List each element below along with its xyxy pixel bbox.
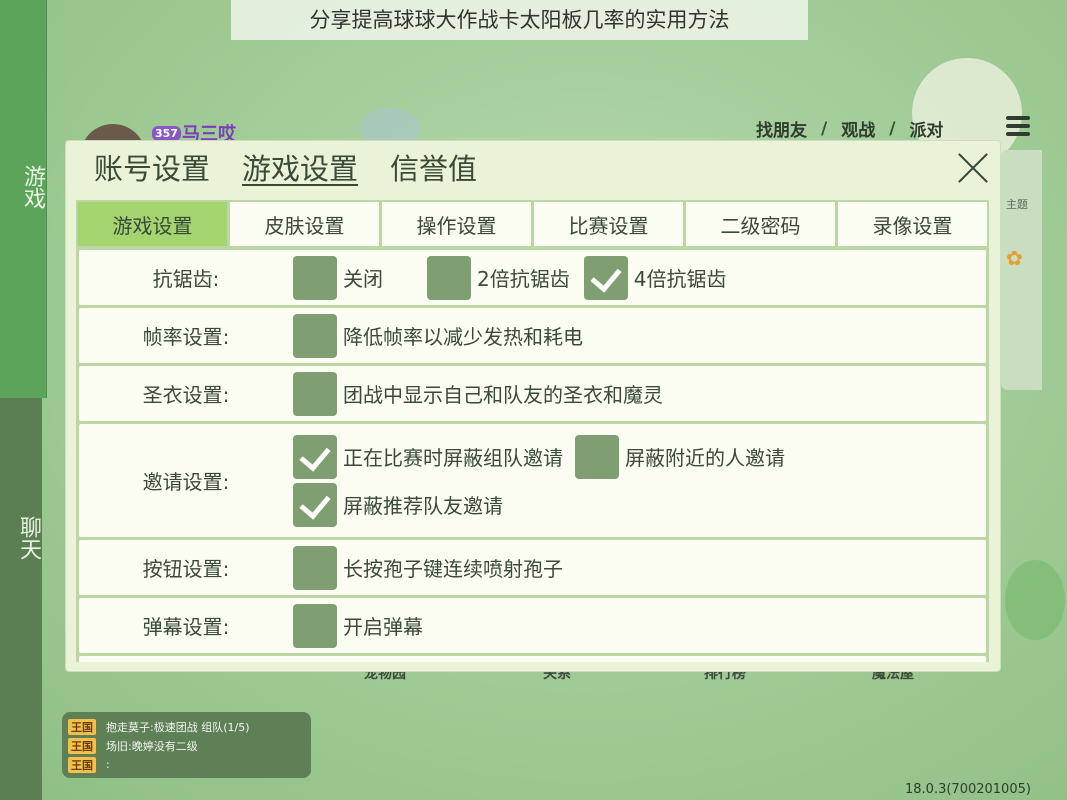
settings-modal: 账号设置 游戏设置 信誉值 游戏设置 皮肤设置 操作设置 比赛设置 二级密码 录… xyxy=(66,141,1000,671)
option-label: 正在比赛时屏蔽组队邀请 xyxy=(343,446,563,470)
menu-icon[interactable] xyxy=(1006,116,1030,136)
subtab-skin-settings[interactable]: 皮肤设置 xyxy=(230,202,379,246)
setting-row-button: 按钮设置: 长按孢子键连续喷射孢子 xyxy=(79,540,986,595)
checkbox[interactable] xyxy=(293,313,337,358)
nav-separator: / xyxy=(889,118,896,139)
option-label: 4倍抗锯齿 xyxy=(633,267,727,291)
option-label: 关闭 xyxy=(343,267,383,291)
subtab-replay-settings[interactable]: 录像设置 xyxy=(838,202,987,246)
right-panel-label: 主题 xyxy=(1006,198,1028,211)
nav-separator: / xyxy=(821,118,828,139)
checkbox[interactable] xyxy=(293,545,337,590)
tab-game-settings[interactable]: 游戏设置 xyxy=(242,147,358,191)
option-label: 开启弹幕 xyxy=(343,615,423,639)
top-nav: 找朋友 / 观战 / 派对 xyxy=(756,116,943,142)
right-panel[interactable]: 主题 ✿ xyxy=(1000,150,1042,390)
tab-account-settings[interactable]: 账号设置 xyxy=(94,147,210,191)
option-block-nearby-invite[interactable]: 屏蔽附近的人邀请 xyxy=(575,433,785,481)
sidebar-tab-game-label: 游戏 xyxy=(20,165,45,209)
subtab-bar: 游戏设置 皮肤设置 操作设置 比赛设置 二级密码 录像设置 xyxy=(76,200,989,248)
sidebar-tab-game[interactable]: 游戏 xyxy=(0,0,47,398)
checkbox[interactable] xyxy=(427,255,471,300)
option-antialias-2x[interactable]: 2倍抗锯齿 xyxy=(427,254,570,302)
option-block-recommended-invite[interactable]: 屏蔽推荐队友邀请 xyxy=(293,481,974,529)
setting-row-invite: 邀请设置: 正在比赛时屏蔽组队邀请 屏蔽附近的人邀请 屏蔽推荐队友邀请 xyxy=(79,424,986,537)
subtab-secondary-password[interactable]: 二级密码 xyxy=(686,202,835,246)
checkbox[interactable] xyxy=(293,603,337,648)
flower-icon: ✿ xyxy=(1006,246,1023,270)
option-block-team-invite[interactable]: 正在比赛时屏蔽组队邀请 xyxy=(293,433,563,481)
option-show-saint-cloth[interactable]: 团战中显示自己和队友的圣衣和魔灵 xyxy=(293,370,663,418)
sidebar-tab-chat-label: 聊天 xyxy=(16,516,41,560)
version-label: 18.0.3(700201005) xyxy=(905,782,1031,797)
level-badge: 357 xyxy=(152,126,181,141)
setting-label: 弹幕设置: xyxy=(142,615,230,639)
setting-label: 抗锯齿: xyxy=(152,267,220,291)
chat-message: : xyxy=(106,758,110,771)
chat-message: 抱走莫子:极速团战 组队(1/5) xyxy=(106,720,250,734)
setting-row-danmaku: 弹幕设置: 开启弹幕 xyxy=(79,598,986,653)
option-long-press-spore[interactable]: 长按孢子键连续喷射孢子 xyxy=(293,544,563,592)
background-leaf xyxy=(1005,560,1065,640)
page-caption: 分享提高球球大作战卡太阳板几率的实用方法 xyxy=(231,0,808,40)
checkbox[interactable] xyxy=(575,434,619,479)
setting-label: 帧率设置: xyxy=(142,325,230,349)
chat-line: 王国 : xyxy=(68,755,305,774)
nav-party[interactable]: 派对 xyxy=(909,116,943,141)
subtab-control-settings[interactable]: 操作设置 xyxy=(382,202,531,246)
chat-line: 王国 场旧:晚婷没有二级 xyxy=(68,736,305,755)
modal-tabs: 账号设置 游戏设置 信誉值 xyxy=(94,147,509,191)
option-label: 屏蔽推荐队友邀请 xyxy=(343,494,503,518)
option-label: 长按孢子键连续喷射孢子 xyxy=(343,557,563,581)
option-antialias-off[interactable]: 关闭 xyxy=(293,254,383,302)
chat-box[interactable]: 王国 抱走莫子:极速团战 组队(1/5) 王国 场旧:晚婷没有二级 王国 : xyxy=(62,712,311,778)
settings-list[interactable]: 抗锯齿: 关闭 2倍抗锯齿 4倍抗锯齿 帧率设置: 降低帧率以减少发热和耗电 圣… xyxy=(76,248,989,662)
chat-channel-tag: 王国 xyxy=(68,756,96,773)
chat-message: 场旧:晚婷没有二级 xyxy=(106,739,198,753)
nav-spectate[interactable]: 观战 xyxy=(841,116,875,141)
checkbox[interactable] xyxy=(293,482,337,527)
chat-channel-tag: 王国 xyxy=(68,718,96,735)
checkbox[interactable] xyxy=(293,371,337,416)
option-label: 降低帧率以减少发热和耗电 xyxy=(343,325,583,349)
subtab-game-settings[interactable]: 游戏设置 xyxy=(78,202,227,246)
sidebar-tab-chat[interactable]: 聊天 xyxy=(0,398,42,800)
setting-row-partial xyxy=(79,656,986,662)
setting-label: 邀请设置: xyxy=(142,470,230,494)
close-icon[interactable] xyxy=(956,151,990,185)
tab-reputation[interactable]: 信誉值 xyxy=(390,147,477,191)
setting-label: 按钮设置: xyxy=(142,557,230,581)
setting-label: 圣衣设置: xyxy=(142,383,230,407)
checkbox[interactable] xyxy=(293,255,337,300)
checkbox[interactable] xyxy=(293,434,337,479)
option-reduce-framerate[interactable]: 降低帧率以减少发热和耗电 xyxy=(293,312,583,360)
option-label: 屏蔽附近的人邀请 xyxy=(625,446,785,470)
chat-line: 王国 抱走莫子:极速团战 组队(1/5) xyxy=(68,717,305,736)
subtab-match-settings[interactable]: 比赛设置 xyxy=(534,202,683,246)
option-label: 团战中显示自己和队友的圣衣和魔灵 xyxy=(343,383,663,407)
setting-row-saint-cloth: 圣衣设置: 团战中显示自己和队友的圣衣和魔灵 xyxy=(79,366,986,421)
option-antialias-4x[interactable]: 4倍抗锯齿 xyxy=(583,254,727,302)
checkbox[interactable] xyxy=(583,255,628,300)
setting-row-antialias: 抗锯齿: 关闭 2倍抗锯齿 4倍抗锯齿 xyxy=(79,250,986,305)
option-enable-danmaku[interactable]: 开启弹幕 xyxy=(293,602,423,650)
option-label: 2倍抗锯齿 xyxy=(477,267,570,291)
chat-channel-tag: 王国 xyxy=(68,737,96,754)
nav-find-friends[interactable]: 找朋友 xyxy=(756,116,807,141)
setting-row-framerate: 帧率设置: 降低帧率以减少发热和耗电 xyxy=(79,308,986,363)
